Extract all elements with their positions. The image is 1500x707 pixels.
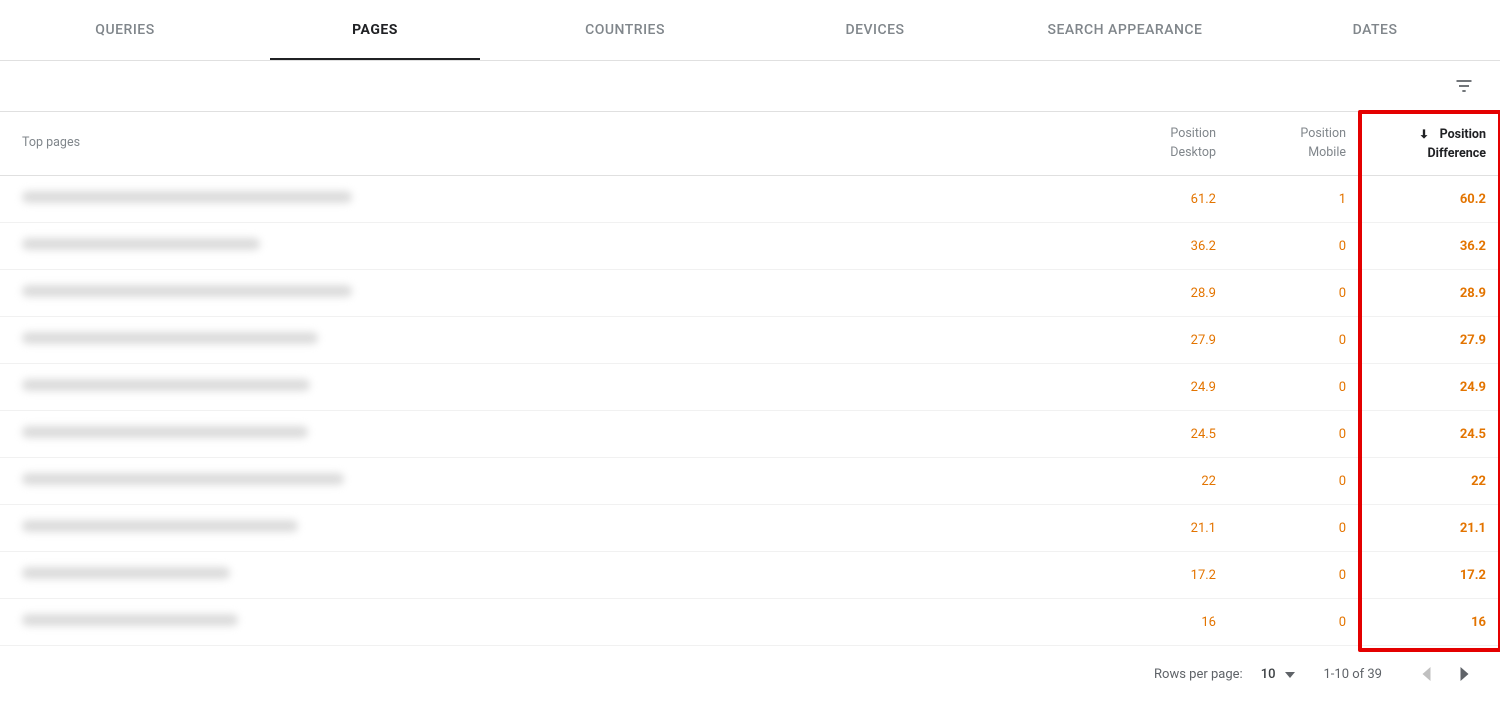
cell-page bbox=[0, 364, 1090, 411]
table-row[interactable]: 21.1021.1 bbox=[0, 505, 1500, 552]
col-label: Top pages bbox=[22, 135, 80, 150]
redacted-url bbox=[22, 332, 318, 344]
cell-position-mobile: 0 bbox=[1230, 317, 1360, 364]
col-position-difference[interactable]: Position Difference bbox=[1360, 112, 1500, 176]
table-toolbar bbox=[0, 61, 1500, 111]
redacted-url bbox=[22, 614, 238, 626]
col-position-desktop[interactable]: Position Desktop bbox=[1090, 112, 1230, 176]
table-row[interactable]: 28.9028.9 bbox=[0, 270, 1500, 317]
col-label: Mobile bbox=[1308, 145, 1346, 160]
data-table: Top pages Position Desktop Position Mobi… bbox=[0, 111, 1500, 646]
table-row[interactable]: 36.2036.2 bbox=[0, 223, 1500, 270]
cell-position-mobile: 0 bbox=[1230, 505, 1360, 552]
rows-label: Rows per page: bbox=[1154, 667, 1243, 682]
cell-position-desktop: 36.2 bbox=[1090, 223, 1230, 270]
col-label: Position bbox=[1440, 127, 1486, 142]
cell-position-mobile: 1 bbox=[1230, 176, 1360, 223]
rows-value: 10 bbox=[1261, 667, 1276, 682]
redacted-url bbox=[22, 238, 260, 250]
cell-page bbox=[0, 599, 1090, 646]
cell-page bbox=[0, 317, 1090, 364]
chevron-down-icon bbox=[1285, 667, 1295, 682]
col-top-pages[interactable]: Top pages bbox=[0, 112, 1090, 176]
cell-position-difference: 24.5 bbox=[1360, 411, 1500, 458]
tab-countries[interactable]: COUNTRIES bbox=[500, 0, 750, 60]
tab-bar: QUERIESPAGESCOUNTRIESDEVICESSEARCH APPEA… bbox=[0, 0, 1500, 61]
report-card: QUERIESPAGESCOUNTRIESDEVICESSEARCH APPEA… bbox=[0, 0, 1500, 707]
col-label: Desktop bbox=[1170, 145, 1216, 160]
cell-position-difference: 27.9 bbox=[1360, 317, 1500, 364]
table-row[interactable]: 22022 bbox=[0, 458, 1500, 505]
cell-page bbox=[0, 505, 1090, 552]
cell-position-desktop: 16 bbox=[1090, 599, 1230, 646]
cell-position-desktop: 22 bbox=[1090, 458, 1230, 505]
cell-position-difference: 28.9 bbox=[1360, 270, 1500, 317]
cell-position-mobile: 0 bbox=[1230, 270, 1360, 317]
redacted-url bbox=[22, 567, 230, 579]
cell-position-desktop: 61.2 bbox=[1090, 176, 1230, 223]
tab-queries[interactable]: QUERIES bbox=[0, 0, 250, 60]
table-row[interactable]: 24.9024.9 bbox=[0, 364, 1500, 411]
cell-position-difference: 22 bbox=[1360, 458, 1500, 505]
col-label: Position bbox=[1300, 126, 1346, 141]
rows-select[interactable]: 10 bbox=[1261, 667, 1296, 682]
cell-page bbox=[0, 411, 1090, 458]
cell-page bbox=[0, 458, 1090, 505]
cell-position-desktop: 24.9 bbox=[1090, 364, 1230, 411]
next-page-button[interactable] bbox=[1448, 658, 1480, 690]
tab-search-appearance[interactable]: SEARCH APPEARANCE bbox=[1000, 0, 1250, 60]
table-row[interactable]: 61.2160.2 bbox=[0, 176, 1500, 223]
cell-position-mobile: 0 bbox=[1230, 599, 1360, 646]
redacted-url bbox=[22, 520, 298, 532]
table-wrap: Top pages Position Desktop Position Mobi… bbox=[0, 111, 1500, 646]
redacted-url bbox=[22, 379, 310, 391]
col-position-mobile[interactable]: Position Mobile bbox=[1230, 112, 1360, 176]
page-range: 1-10 of 39 bbox=[1323, 667, 1382, 682]
prev-page-button[interactable] bbox=[1410, 658, 1442, 690]
tab-dates[interactable]: DATES bbox=[1250, 0, 1500, 60]
cell-position-mobile: 0 bbox=[1230, 552, 1360, 599]
cell-page bbox=[0, 223, 1090, 270]
rows-per-page: Rows per page: 10 bbox=[1154, 667, 1295, 682]
tab-devices[interactable]: DEVICES bbox=[750, 0, 1000, 60]
cell-page bbox=[0, 552, 1090, 599]
col-label: Position bbox=[1170, 126, 1216, 141]
table-row[interactable]: 16016 bbox=[0, 599, 1500, 646]
cell-position-difference: 36.2 bbox=[1360, 223, 1500, 270]
table-row[interactable]: 27.9027.9 bbox=[0, 317, 1500, 364]
cell-position-difference: 21.1 bbox=[1360, 505, 1500, 552]
cell-page bbox=[0, 176, 1090, 223]
cell-position-difference: 60.2 bbox=[1360, 176, 1500, 223]
table-row[interactable]: 17.2017.2 bbox=[0, 552, 1500, 599]
cell-position-mobile: 0 bbox=[1230, 364, 1360, 411]
redacted-url bbox=[22, 473, 344, 485]
cell-position-difference: 16 bbox=[1360, 599, 1500, 646]
cell-position-desktop: 28.9 bbox=[1090, 270, 1230, 317]
cell-position-desktop: 17.2 bbox=[1090, 552, 1230, 599]
cell-position-mobile: 0 bbox=[1230, 411, 1360, 458]
redacted-url bbox=[22, 285, 352, 297]
cell-position-difference: 24.9 bbox=[1360, 364, 1500, 411]
table-row[interactable]: 24.5024.5 bbox=[0, 411, 1500, 458]
col-label: Difference bbox=[1428, 146, 1486, 161]
redacted-url bbox=[22, 426, 308, 438]
cell-position-desktop: 27.9 bbox=[1090, 317, 1230, 364]
redacted-url bbox=[22, 191, 352, 203]
cell-position-difference: 17.2 bbox=[1360, 552, 1500, 599]
cell-position-mobile: 0 bbox=[1230, 223, 1360, 270]
cell-position-desktop: 21.1 bbox=[1090, 505, 1230, 552]
cell-position-mobile: 0 bbox=[1230, 458, 1360, 505]
cell-page bbox=[0, 270, 1090, 317]
tab-pages[interactable]: PAGES bbox=[250, 0, 500, 60]
cell-position-desktop: 24.5 bbox=[1090, 411, 1230, 458]
filter-icon[interactable] bbox=[1452, 74, 1476, 98]
sort-desc-icon bbox=[1417, 130, 1434, 145]
pagination: Rows per page: 10 1-10 of 39 bbox=[0, 646, 1500, 702]
